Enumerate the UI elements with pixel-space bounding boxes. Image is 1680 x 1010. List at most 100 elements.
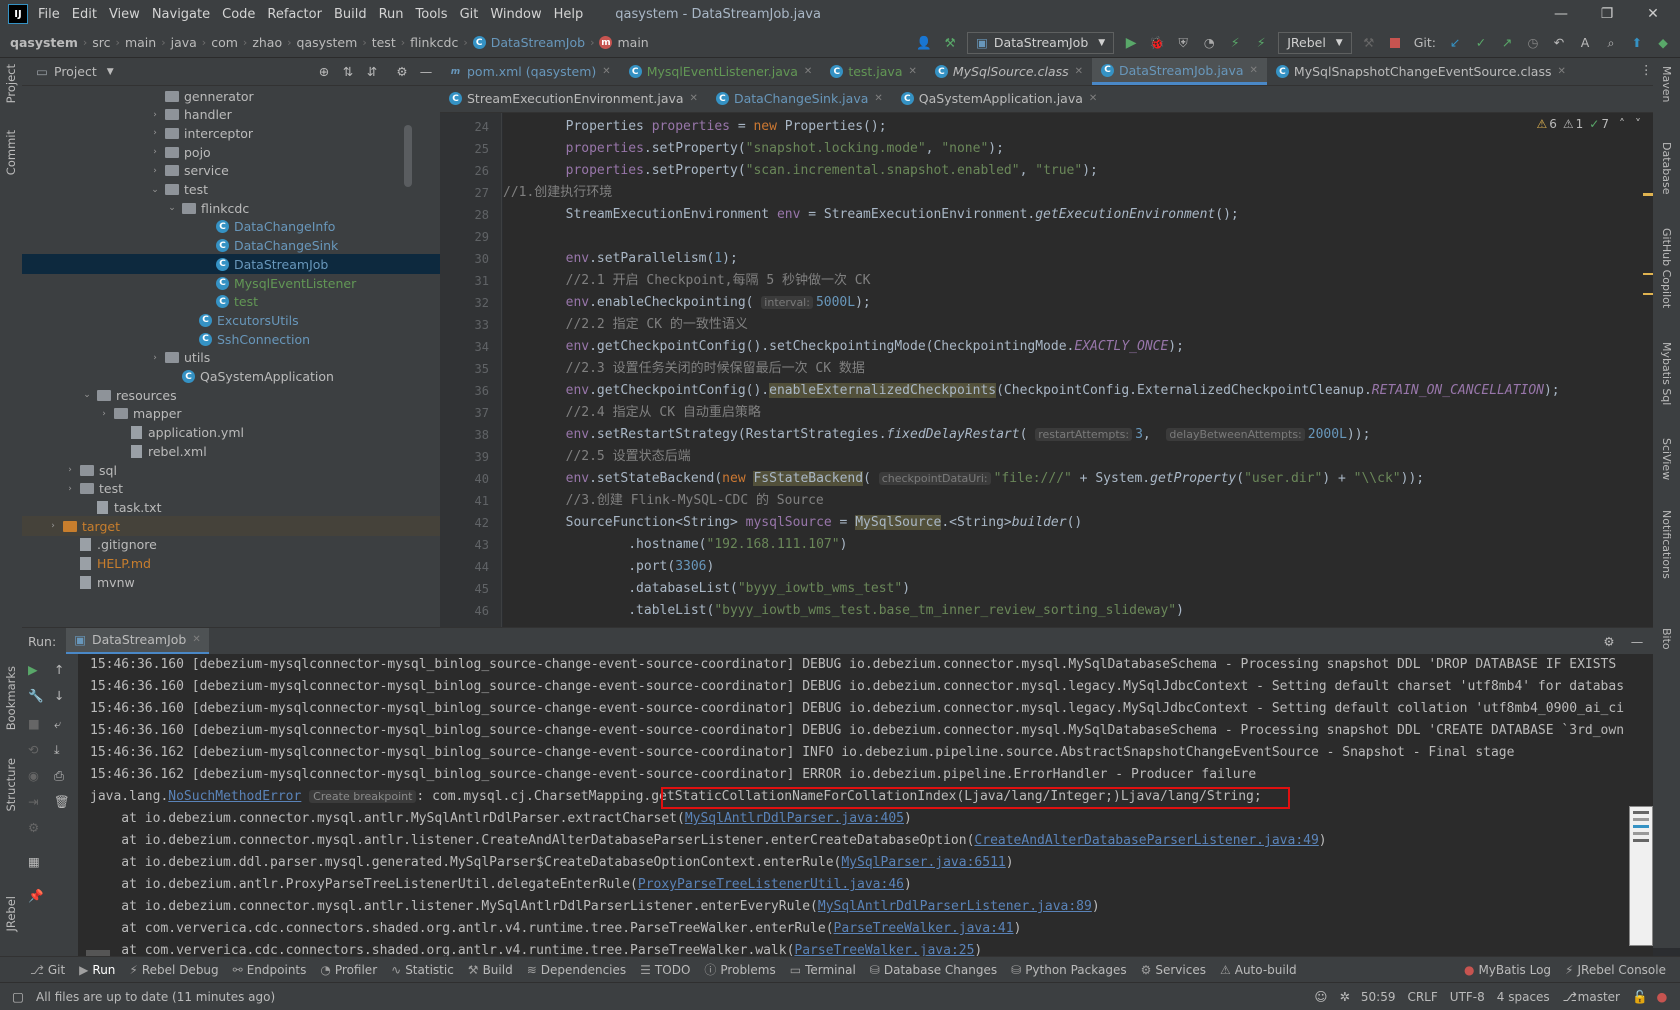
expand-all-icon[interactable]: ⇅	[340, 64, 356, 80]
tree-item[interactable]: C DataChangeInfo	[22, 217, 335, 237]
breadcrumb-item[interactable]: flinkcdc	[410, 35, 458, 50]
tool-statistic[interactable]: ∿ Statistic	[391, 963, 454, 977]
hide-icon[interactable]: —	[1629, 633, 1645, 649]
source-link[interactable]: MySqlAntlrDdlParserListener.java:89	[818, 899, 1092, 914]
close-icon[interactable]: ✕	[1075, 66, 1083, 77]
translate-icon[interactable]: A	[1574, 32, 1596, 54]
locate-icon[interactable]: ⊕	[316, 64, 332, 80]
tree-item[interactable]: ⌄ flinkcdc	[22, 198, 249, 218]
tree-item[interactable]: › target	[22, 516, 440, 537]
expand-arrow-icon[interactable]: ›	[149, 353, 161, 363]
tool-auto-build[interactable]: ⚠ Auto-build	[1220, 963, 1297, 977]
stop-icon[interactable]: ■	[28, 716, 40, 731]
editor-tab[interactable]: m pom.xml (qasystem) ✕	[440, 58, 620, 85]
tree-item[interactable]: ⌄ test	[22, 180, 208, 200]
tool-profiler[interactable]: ◔ Profiler	[320, 963, 377, 977]
tree-item[interactable]: › interceptor	[22, 123, 253, 143]
expand-arrow-icon[interactable]: ⌄	[166, 203, 178, 213]
menu-refactor[interactable]: Refactor	[267, 7, 322, 22]
debug-icon[interactable]: 🐞	[1146, 32, 1168, 54]
trash-icon[interactable]: 🗑	[54, 794, 70, 810]
run-icon[interactable]: ▶	[1120, 32, 1142, 54]
tree-item[interactable]: › test	[22, 479, 123, 499]
menu-view[interactable]: View	[109, 7, 140, 22]
collapse-all-icon[interactable]: ⇵	[364, 64, 380, 80]
layout-icon[interactable]: ▦	[28, 854, 40, 869]
breadcrumb-item[interactable]: qasystem	[297, 35, 358, 50]
history-icon[interactable]: ◷	[1522, 32, 1544, 54]
tool-rebel-debug[interactable]: ⚡ Rebel Debug	[129, 963, 218, 977]
exit-icon[interactable]: ⇥	[28, 794, 38, 809]
editor-tab[interactable]: C MySqlSnapshotChangeEventSource.class ✕	[1267, 58, 1575, 85]
close-icon[interactable]: ✕	[1250, 65, 1258, 76]
breadcrumb-item[interactable]: com	[211, 35, 238, 50]
menu-edit[interactable]: Edit	[72, 7, 97, 22]
tree-item[interactable]: C DataChangeSink	[22, 236, 338, 256]
expand-arrow-icon[interactable]: ›	[64, 465, 76, 475]
close-icon[interactable]: ✕	[1089, 93, 1097, 104]
tool-git[interactable]: ⎇ Git	[30, 963, 65, 977]
breadcrumb-item[interactable]: src	[92, 35, 110, 50]
expand-arrow-icon[interactable]: ›	[149, 110, 161, 120]
rerun-icon[interactable]: ▶	[28, 662, 38, 677]
user-icon[interactable]: 👤	[913, 32, 935, 54]
scroll-end-icon[interactable]: ⤓	[54, 742, 60, 758]
bookmarks-tool-button[interactable]: Bookmarks	[4, 666, 18, 730]
source-link[interactable]: ParseTreeWalker.java:25	[794, 943, 974, 956]
commit-tool-button[interactable]: Commit	[4, 130, 18, 175]
git-commit-icon[interactable]: ✓	[1470, 32, 1492, 54]
expand-arrow-icon[interactable]: ›	[98, 409, 110, 419]
search-icon[interactable]: ⌕	[1600, 32, 1622, 54]
inspection-widget[interactable]: ⚠ 6 ⚠ 1 ✓ 7 ˄ ˅	[1536, 117, 1641, 131]
menu-file[interactable]: File	[38, 7, 60, 22]
tool-run[interactable]: ▶ Run	[79, 963, 115, 977]
console-output[interactable]: 15:46:36.160 [debezium-mysqlconnector-my…	[78, 654, 1653, 956]
git-branch[interactable]: master	[1578, 990, 1620, 1004]
tree-item[interactable]: C DataStreamJob	[22, 254, 440, 275]
project-tool-button[interactable]: Project	[4, 64, 18, 103]
wrench-icon[interactable]: 🔧	[28, 688, 44, 704]
close-icon[interactable]: ✕	[908, 66, 916, 77]
mybatis-sql-tool-button[interactable]: Mybatis Sql	[1660, 342, 1673, 405]
tree-item[interactable]: C QaSystemApplication	[22, 367, 334, 387]
menu-window[interactable]: Window	[490, 7, 541, 22]
thumbnail-preview[interactable]	[1629, 806, 1653, 946]
error-icon[interactable]: ●	[1654, 989, 1670, 1005]
tree-item[interactable]: Ctest	[22, 292, 258, 312]
chevron-down-icon[interactable]: ˅	[1635, 117, 1641, 131]
tree-item[interactable]: mvnw	[22, 572, 135, 592]
expand-arrow-icon[interactable]: ›	[64, 484, 76, 494]
tool-terminal[interactable]: ▭ Terminal	[790, 963, 856, 977]
editor-tab[interactable]: Ctest.java ✕	[821, 58, 926, 85]
tool-dependencies[interactable]: ≋ Dependencies	[527, 963, 626, 977]
jrebel-debug-icon[interactable]: ⚡	[1250, 32, 1272, 54]
editor-tab[interactable]: C QaSystemApplication.java ✕	[892, 85, 1107, 112]
update-icon[interactable]: ⬆	[1626, 32, 1648, 54]
tool-services[interactable]: ⚙ Services	[1141, 963, 1206, 977]
editor-tab[interactable]: C MysqlEventListener.java ✕	[620, 58, 822, 85]
app-logo[interactable]: IJ	[8, 4, 28, 24]
git-update-icon[interactable]: ↙	[1444, 32, 1466, 54]
tree-item[interactable]: › utils	[22, 348, 210, 368]
expand-arrow-icon[interactable]: ›	[149, 147, 161, 157]
structure-tool-button[interactable]: Structure	[4, 758, 18, 812]
sciview-tool-button[interactable]: SciView	[1660, 438, 1673, 480]
down-icon[interactable]: ↓	[54, 688, 64, 703]
editor-tab[interactable]: C MySqlSource.class ✕	[926, 58, 1092, 85]
error-stripe-mark[interactable]	[1643, 293, 1653, 295]
jrebel-console-button[interactable]: ⚡ JRebel Console	[1565, 963, 1666, 977]
breadcrumb-item[interactable]: test	[372, 35, 396, 50]
file-encoding[interactable]: UTF-8	[1450, 990, 1485, 1004]
tree-item[interactable]: rebel.xml	[22, 441, 207, 461]
settings-icon[interactable]: ⚙	[28, 820, 39, 835]
breadcrumb-item[interactable]: DataStreamJob	[491, 35, 585, 50]
build-icon[interactable]: ⚒	[1358, 32, 1380, 54]
breadcrumb-item[interactable]: main	[125, 35, 156, 50]
expand-arrow-icon[interactable]: ⌄	[81, 390, 93, 400]
tree-item[interactable]: › handler	[22, 105, 232, 125]
expand-arrow-icon[interactable]: ›	[149, 128, 161, 138]
tool-database-changes[interactable]: ⛁ Database Changes	[870, 963, 997, 977]
menu-navigate[interactable]: Navigate	[152, 7, 210, 22]
up-icon[interactable]: ↑	[54, 662, 64, 677]
stop-icon[interactable]	[1384, 32, 1406, 54]
